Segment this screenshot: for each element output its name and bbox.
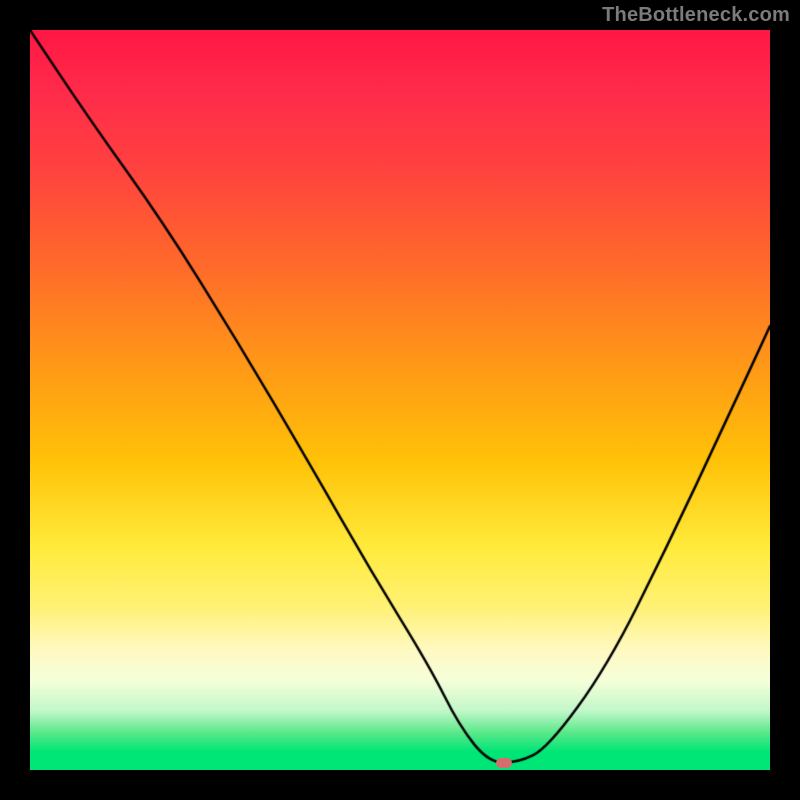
optimal-point-marker [496, 758, 512, 768]
plot-area [30, 30, 770, 770]
chart-frame: TheBottleneck.com [0, 0, 800, 800]
watermark-text: TheBottleneck.com [602, 4, 790, 27]
bottleneck-curve [30, 30, 770, 770]
